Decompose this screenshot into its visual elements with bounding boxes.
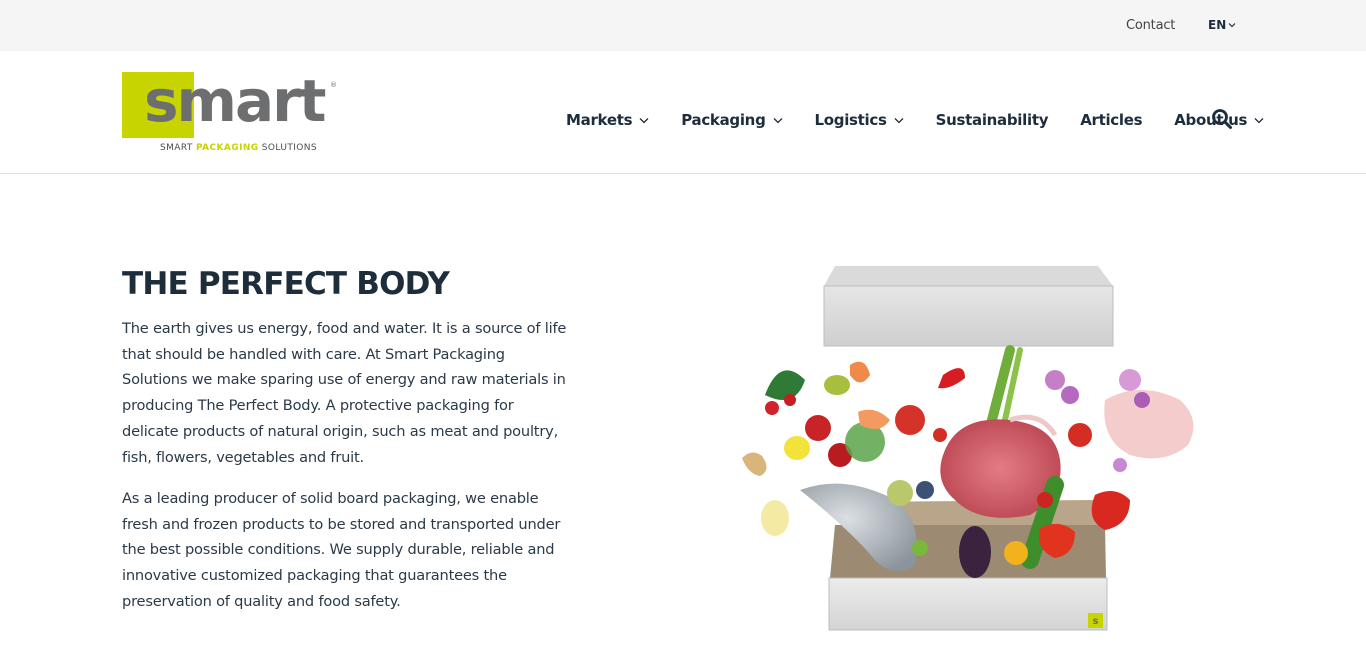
chevron-down-icon: [639, 117, 649, 123]
nav-item-sustainability[interactable]: Sustainability: [936, 111, 1049, 129]
nav-item-articles[interactable]: Articles: [1080, 111, 1142, 129]
svg-text:s: s: [1093, 616, 1099, 627]
language-label: EN: [1208, 18, 1227, 32]
nav-item-markets[interactable]: Markets: [566, 111, 649, 129]
smart-logo[interactable]: smart ® SMART PACKAGING SOLUTIONS: [122, 67, 342, 155]
chevron-down-icon: [773, 117, 782, 123]
intro-paragraph-1: The earth gives us energy, food and wate…: [122, 320, 567, 466]
nav-item-logistics[interactable]: Logistics: [815, 111, 904, 129]
nav-item-label: Sustainability: [935, 111, 1049, 129]
nav-item-label: Articles: [1080, 111, 1143, 129]
page-title: THE PERFECT BODY: [122, 266, 450, 302]
tagline-pre: SMART: [160, 143, 196, 153]
contact-link[interactable]: Contact: [1126, 18, 1175, 33]
main-header: smart ® SMART PACKAGING SOLUTIONS Market…: [0, 51, 1366, 174]
logo-tagline: SMART PACKAGING SOLUTIONS: [160, 143, 317, 153]
intro-paragraph-2: As a leading producer of solid board pac…: [122, 490, 561, 610]
tagline-highlight: PACKAGING: [196, 143, 259, 153]
nav-item-packaging[interactable]: Packaging: [681, 111, 782, 129]
chevron-down-icon: [1228, 23, 1236, 28]
tagline-post: SOLUTIONS: [258, 143, 318, 153]
nav-item-label: Markets: [566, 111, 633, 129]
packaging-hero-image: s: [742, 266, 1194, 631]
logo-wordmark: smart: [144, 67, 326, 135]
search-icon[interactable]: [1211, 108, 1233, 130]
chevron-down-icon: [894, 117, 904, 123]
language-selector[interactable]: EN: [1208, 18, 1236, 32]
registered-mark: ®: [330, 81, 337, 89]
nav-item-label: Logistics: [814, 111, 887, 129]
main-nav: Markets Packaging Logistics Sustainabili…: [566, 110, 1296, 130]
nav-item-label: Packaging: [681, 111, 766, 129]
chevron-down-icon: [1254, 117, 1264, 123]
top-utility-bar: Contact EN: [0, 0, 1366, 51]
